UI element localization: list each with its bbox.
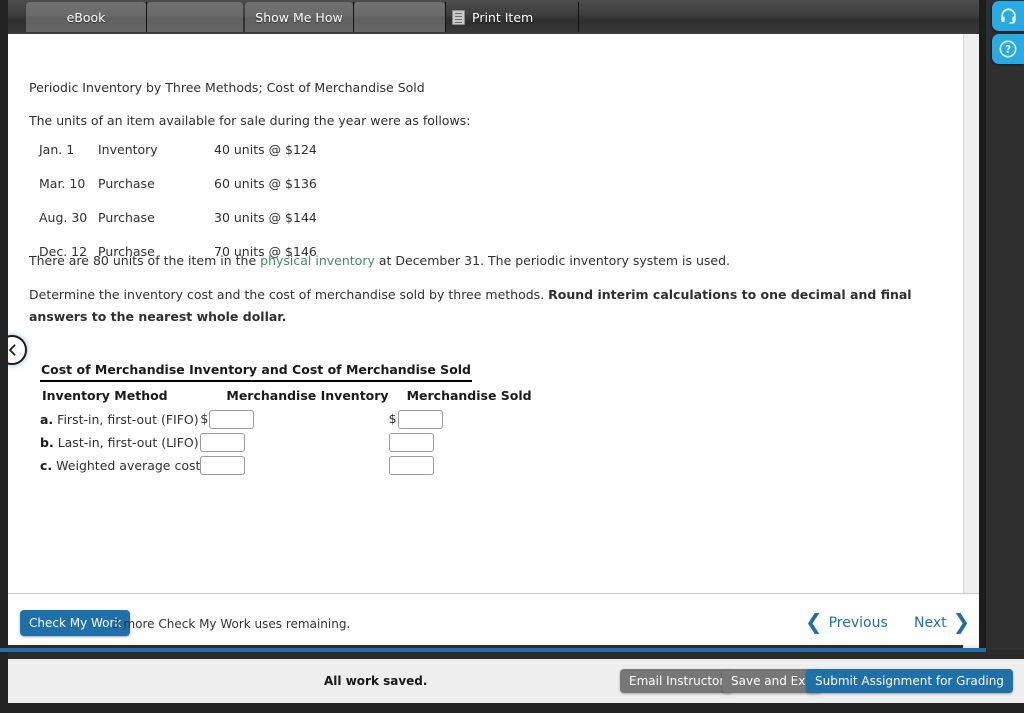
next-button[interactable]: Next ❯ — [914, 612, 970, 633]
wac-inventory-cell — [200, 454, 388, 477]
question-mark-icon: ? — [999, 40, 1017, 58]
header-inventory-method: Inventory Method — [42, 388, 168, 403]
row-marker: b. — [40, 435, 54, 450]
table-row: Aug. 30 Purchase 30 units @ $144 — [39, 210, 317, 244]
header-merchandise-inventory: Merchandise Inventory — [226, 388, 389, 403]
method-label-fifo: a. First-in, first-out (FIFO) — [40, 408, 200, 431]
dollar-sign: $ — [200, 411, 209, 426]
question-content-panel: Periodic Inventory by Three Methods; Cos… — [8, 34, 979, 593]
header-merchandise-sold: Merchandise Sold — [406, 388, 532, 403]
right-rail-edge — [979, 0, 986, 650]
tab-blank-1[interactable] — [147, 2, 243, 32]
method-name: Weighted average cost — [56, 458, 201, 473]
unit-detail: 40 units @ $124 — [214, 142, 317, 157]
dollar-sign: $ — [388, 411, 397, 426]
tab-ebook[interactable]: eBook — [26, 2, 146, 32]
check-my-work-bar: Check My Work 3 more Check My Work uses … — [8, 593, 979, 645]
table-row: a. First-in, first-out (FIFO) $ $ — [40, 408, 532, 431]
help-button[interactable]: ? — [992, 34, 1024, 64]
previous-label: Previous — [828, 614, 888, 631]
physical-line-before: There are 80 units of the item in the — [29, 253, 261, 268]
determine-instructions: Determine the inventory cost and the cos… — [29, 284, 954, 328]
tab-divider-4 — [578, 2, 579, 32]
table-row: c. Weighted average cost — [40, 454, 532, 477]
next-label: Next — [914, 614, 947, 631]
row-marker: a. — [40, 412, 54, 427]
lifo-inventory-input[interactable] — [200, 433, 246, 452]
assignment-window: eBook Show Me How Print Item ? Periodic … — [0, 0, 1024, 713]
wac-sold-cell — [388, 454, 532, 477]
answer-table-header-row: Inventory Method Merchandise Inventory M… — [40, 382, 532, 408]
unit-desc: Inventory — [98, 142, 158, 157]
submit-assignment-button[interactable]: Submit Assignment for Grading — [806, 669, 1013, 693]
question-title: Periodic Inventory by Three Methods; Cos… — [29, 80, 425, 95]
print-item-label: Print Item — [472, 9, 534, 25]
question-intro: The units of an item available for sale … — [29, 113, 471, 128]
physical-inventory-line: There are 80 units of the item in the ph… — [29, 253, 730, 268]
blue-separator — [0, 648, 986, 652]
tab-blank-2[interactable] — [354, 2, 445, 32]
lifo-sold-input[interactable] — [388, 433, 434, 452]
svg-text:?: ? — [1005, 44, 1011, 56]
unit-date: Mar. 10 — [39, 176, 86, 191]
tab-show-me-how[interactable]: Show Me How — [245, 2, 353, 32]
method-label-wac: c. Weighted average cost — [40, 454, 200, 477]
email-instructor-button[interactable]: Email Instructor — [620, 669, 734, 693]
save-status-text: All work saved. — [324, 674, 428, 688]
chevron-left-icon: ❮ — [805, 610, 823, 634]
unit-detail: 30 units @ $144 — [214, 210, 317, 225]
print-item-button[interactable]: Print Item — [446, 2, 578, 32]
tab-show-me-how-label: Show Me How — [255, 9, 343, 25]
unit-date: Jan. 1 — [39, 142, 75, 157]
top-toolbar: eBook Show Me How Print Item — [8, 0, 979, 34]
fifo-sold-input[interactable] — [397, 410, 443, 429]
headset-icon — [1000, 8, 1016, 24]
previous-button[interactable]: ❮ Previous — [805, 612, 888, 633]
lifo-inventory-cell — [200, 431, 388, 454]
method-label-lifo: b. Last-in, first-out (LIFO) — [40, 431, 200, 454]
method-name: Last-in, first-out (LIFO) — [57, 435, 199, 450]
fifo-inventory-input[interactable] — [209, 410, 255, 429]
method-name: First-in, first-out (FIFO) — [57, 412, 199, 427]
answer-table-wrapper: Cost of Merchandise Inventory and Cost o… — [40, 362, 532, 477]
physical-line-after: at December 31. The periodic inventory s… — [374, 253, 730, 268]
table-row: b. Last-in, first-out (LIFO) — [40, 431, 532, 454]
wac-sold-input[interactable] — [388, 456, 434, 475]
table-row: Jan. 1 Inventory 40 units @ $124 — [39, 142, 317, 176]
physical-inventory-link[interactable]: physical inventory — [260, 253, 375, 268]
determine-normal: Determine the inventory cost and the cos… — [29, 287, 549, 302]
support-button[interactable] — [992, 1, 1024, 31]
check-my-work-uses-note: 3 more Check My Work uses remaining. — [112, 617, 351, 631]
right-rail — [986, 0, 1024, 650]
fifo-sold-cell: $ — [389, 408, 532, 431]
document-icon — [452, 9, 465, 25]
unit-detail: 60 units @ $136 — [214, 176, 317, 191]
footer-bar: All work saved. Email Instructor Save an… — [8, 659, 1024, 703]
content-scrollbar[interactable] — [963, 34, 979, 650]
answer-table: Inventory Method Merchandise Inventory M… — [40, 382, 532, 477]
footer-bottom-gutter — [0, 703, 1024, 713]
table-row: Mar. 10 Purchase 60 units @ $136 — [39, 176, 317, 210]
answer-table-title: Cost of Merchandise Inventory and Cost o… — [40, 362, 472, 382]
lifo-sold-cell — [388, 431, 532, 454]
unit-date: Aug. 30 — [39, 210, 88, 225]
wac-inventory-input[interactable] — [200, 456, 246, 475]
unit-desc: Purchase — [98, 176, 155, 191]
unit-desc: Purchase — [98, 210, 155, 225]
row-marker: c. — [40, 458, 53, 473]
chevron-left-icon — [8, 344, 15, 356]
chevron-right-icon: ❯ — [952, 610, 971, 634]
collapse-panel-button[interactable] — [8, 335, 27, 365]
fifo-inventory-cell: $ — [200, 408, 388, 431]
tab-ebook-label: eBook — [66, 9, 106, 25]
left-gutter — [0, 0, 8, 650]
